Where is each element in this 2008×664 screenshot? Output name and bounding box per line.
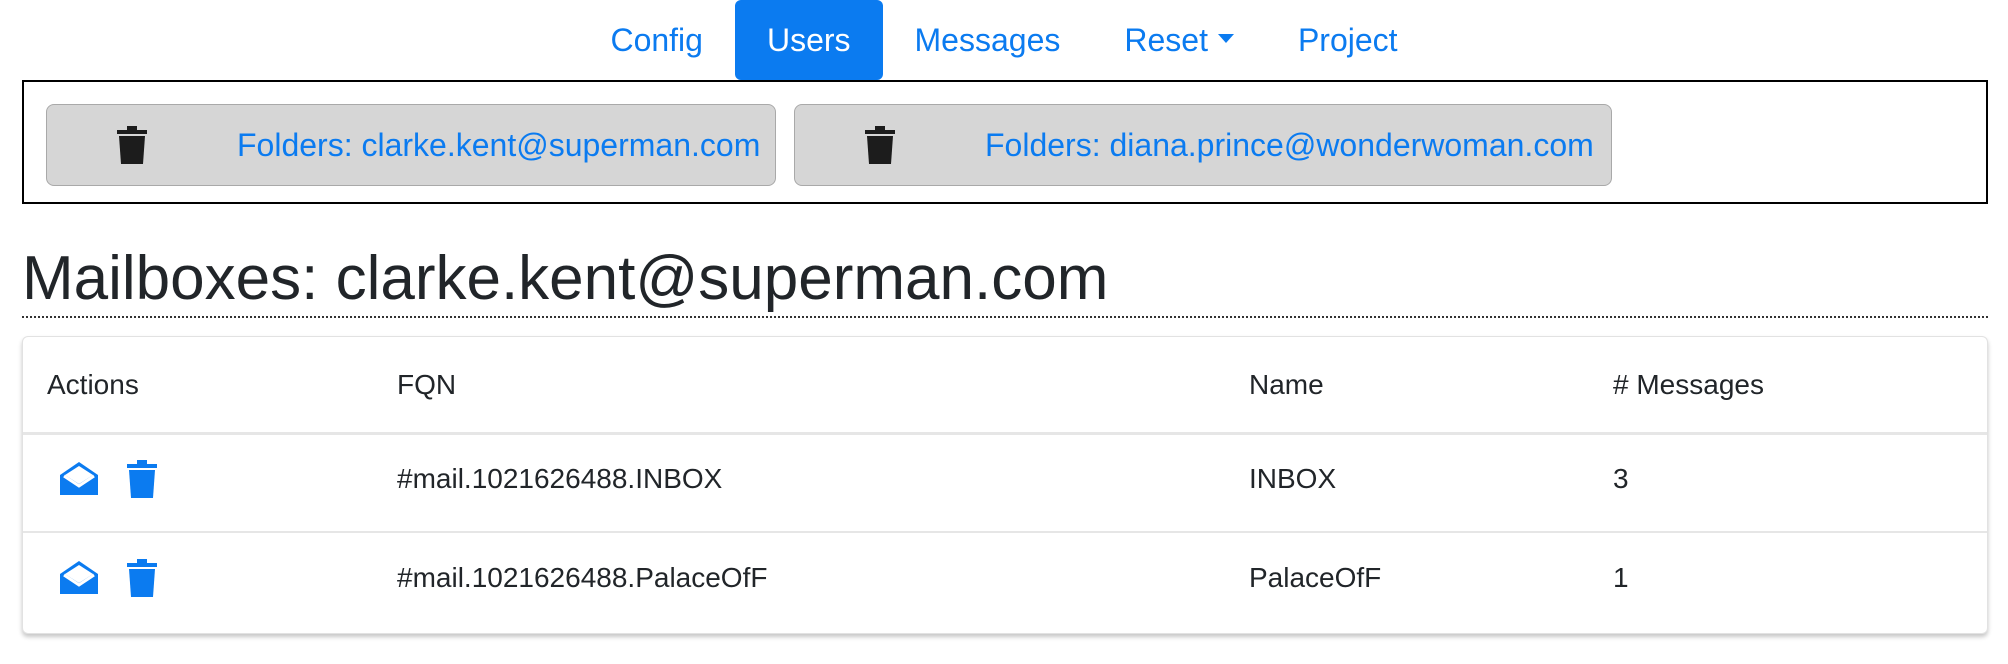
table-row: #mail.1021626488.PalaceOfF PalaceOfF 1: [23, 533, 1987, 631]
trash-icon[interactable]: [865, 126, 895, 164]
messages-count-cell: 1: [1613, 562, 1629, 593]
nav-project[interactable]: Project: [1266, 0, 1430, 80]
row-actions: [47, 431, 157, 527]
top-nav: Config Users Messages Reset Project: [0, 0, 2008, 80]
folder-button-clarke[interactable]: Folders: clarke.kent@superman.com: [46, 104, 776, 186]
nav-users-label: Users: [766, 21, 851, 58]
name-cell: PalaceOfF: [1249, 562, 1382, 593]
nav-users[interactable]: Users: [734, 0, 883, 80]
nav-config-label: Config: [610, 21, 703, 58]
caret-down-icon: [1217, 33, 1234, 43]
page-title: Mailboxes: clarke.kent@superman.com: [22, 240, 1988, 318]
nav-messages-label: Messages: [914, 21, 1061, 58]
messages-count-cell: 3: [1613, 463, 1629, 494]
fqn-cell: #mail.1021626488.INBOX: [397, 463, 723, 494]
column-header-actions: Actions: [47, 368, 139, 400]
folder-button-label: Folders: clarke.kent@superman.com: [237, 126, 761, 163]
folder-list: Folders: clarke.kent@superman.com Folder…: [22, 80, 1988, 204]
nav-reset-label: Reset: [1124, 21, 1208, 58]
table-row: #mail.1021626488.INBOX INBOX 3: [23, 435, 1987, 533]
nav-reset-dropdown[interactable]: Reset: [1092, 0, 1266, 80]
trash-icon[interactable]: [117, 126, 147, 164]
folder-button-label: Folders: diana.prince@wonderwoman.com: [985, 126, 1594, 163]
trash-icon[interactable]: [127, 460, 157, 498]
mailboxes-table: Actions FQN Name # Messages #mail.102162…: [22, 336, 1988, 634]
name-cell: INBOX: [1249, 463, 1337, 494]
table-header-row: Actions FQN Name # Messages: [23, 337, 1987, 435]
row-actions: [47, 529, 157, 627]
open-mail-icon[interactable]: [57, 559, 101, 597]
trash-icon[interactable]: [127, 559, 157, 597]
column-header-messages: # Messages: [1613, 368, 1764, 400]
fqn-cell: #mail.1021626488.PalaceOfF: [397, 562, 768, 593]
column-header-fqn: FQN: [397, 368, 457, 400]
nav-messages[interactable]: Messages: [883, 0, 1093, 80]
nav-config[interactable]: Config: [578, 0, 735, 80]
nav-project-label: Project: [1297, 21, 1398, 58]
folder-button-diana[interactable]: Folders: diana.prince@wonderwoman.com: [794, 104, 1612, 186]
open-mail-icon[interactable]: [57, 460, 101, 498]
column-header-name: Name: [1249, 368, 1324, 400]
